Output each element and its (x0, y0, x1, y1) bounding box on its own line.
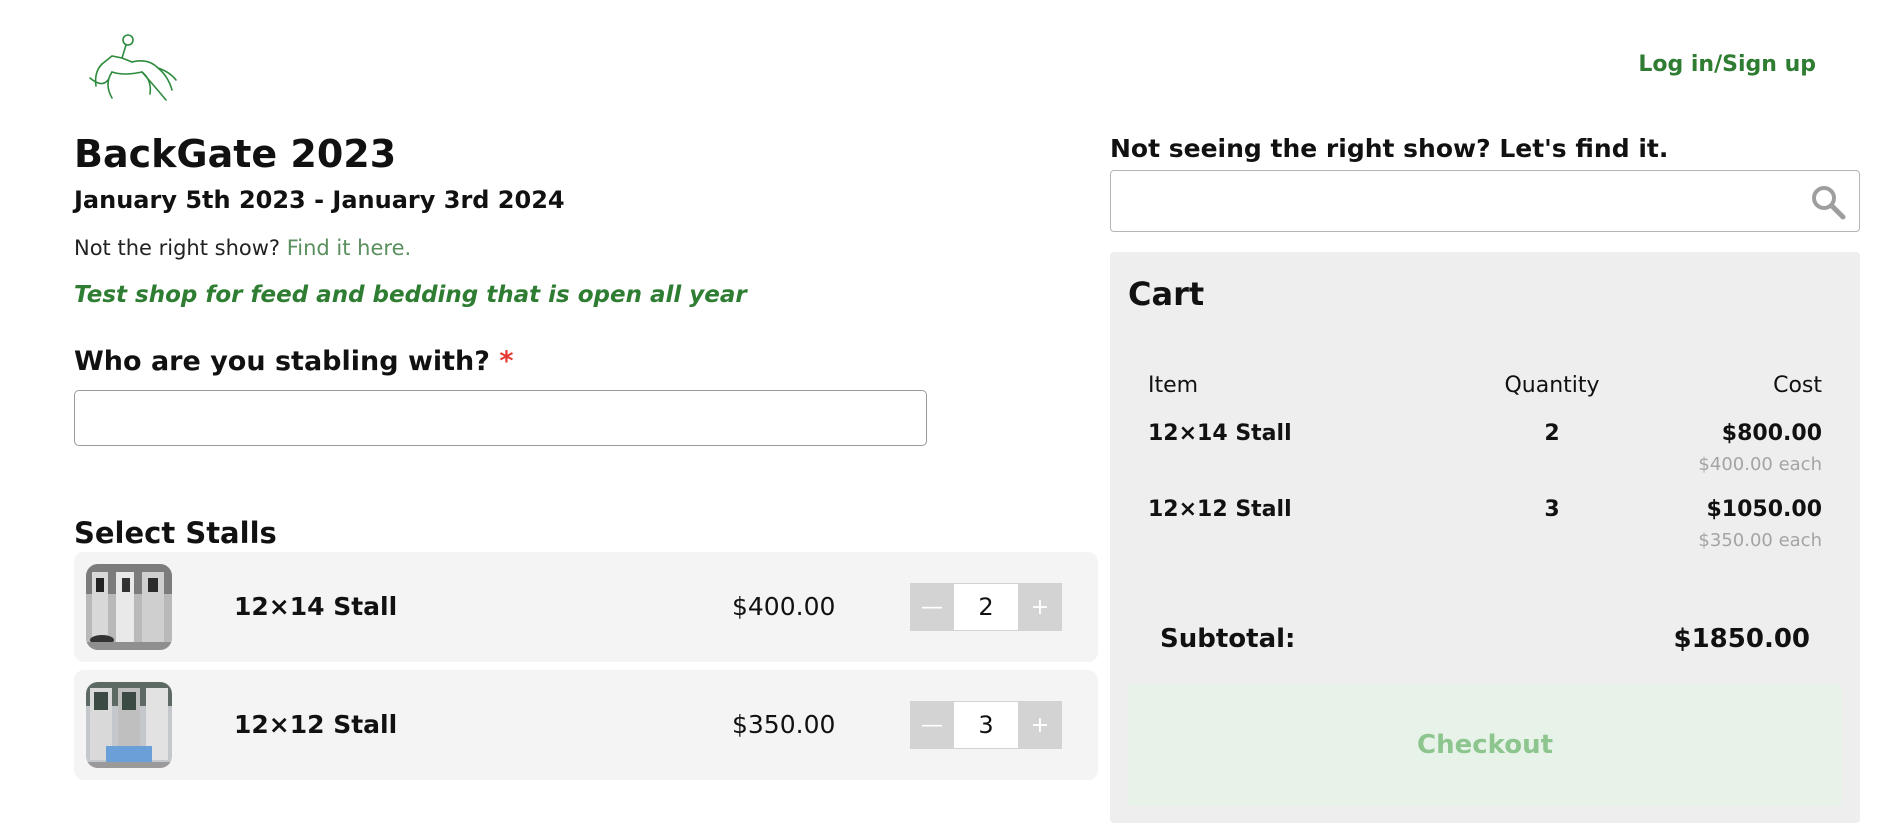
select-stalls-title: Select Stalls (74, 516, 277, 550)
quantity-field[interactable]: 2 (954, 583, 1018, 631)
stall-name: 12×14 Stall (234, 592, 398, 621)
header-item: Item (1148, 373, 1199, 398)
show-details: BackGate 2023 January 5th 2023 - January… (74, 130, 1098, 780)
stall-row: 12×14 Stall $400.00 — 2 + (74, 552, 1098, 662)
cart-line-unit-price: $400.00 each (1698, 454, 1822, 475)
stall-photo-12x12 (86, 682, 172, 768)
stabling-label: Who are you stabling with? * (74, 344, 1098, 380)
decrement-button[interactable]: — (910, 701, 954, 749)
header-quantity: Quantity (1504, 373, 1600, 398)
cart-line: 12×14 Stall 2 $800.00 (1148, 420, 1822, 448)
header-cost: Cost (1773, 373, 1822, 398)
login-signup-link[interactable]: Log in/Sign up (1638, 52, 1816, 77)
horse-jumper-logo (89, 34, 177, 101)
show-search-label: Not seeing the right show? Let's find it… (1110, 134, 1669, 163)
stall-price: $350.00 (732, 710, 836, 739)
stall-list: 12×14 Stall $400.00 — 2 + 12×12 Stall $3… (74, 552, 1098, 780)
subtotal-label: Subtotal: (1160, 624, 1296, 654)
shop-description: Test shop for feed and bedding that is o… (74, 282, 747, 308)
find-show-link[interactable]: Find it here. (287, 236, 411, 260)
decrement-button[interactable]: — (910, 583, 954, 631)
increment-button[interactable]: + (1018, 583, 1062, 631)
cart-panel: Cart Item Quantity Cost 12×14 Stall 2 $8… (1110, 252, 1860, 823)
stall-photo-12x14 (86, 564, 172, 650)
show-title: BackGate 2023 (74, 132, 397, 176)
stabling-with-input[interactable] (74, 390, 927, 446)
cart-line-unit-price: $350.00 each (1698, 530, 1822, 551)
stall-row: 12×12 Stall $350.00 — 3 + (74, 670, 1098, 780)
cart-line-quantity: 3 (1544, 497, 1560, 522)
cart-line: 12×12 Stall 3 $1050.00 (1148, 496, 1822, 524)
required-asterisk: * (499, 346, 514, 377)
not-right-show-text: Not the right show? (74, 236, 281, 260)
cart-header-row: Item Quantity Cost (1148, 372, 1822, 400)
search-icon[interactable] (1809, 183, 1847, 221)
quantity-stepper: — 3 + (910, 701, 1062, 749)
cart-title: Cart (1128, 275, 1205, 313)
subtotal-value: $1850.00 (1673, 624, 1810, 654)
sidebar: Not seeing the right show? Let's find it… (1110, 134, 1860, 823)
stall-name: 12×12 Stall (234, 710, 398, 739)
cart-line-item: 12×14 Stall (1148, 421, 1292, 446)
not-right-show-line: Not the right show? Find it here. (74, 234, 1098, 262)
quantity-field[interactable]: 3 (954, 701, 1018, 749)
quantity-stepper: — 2 + (910, 583, 1062, 631)
cart-line-item: 12×12 Stall (1148, 497, 1292, 522)
show-search-input[interactable] (1110, 170, 1860, 232)
cart-line-quantity: 2 (1544, 421, 1560, 446)
stabling-label-text: Who are you stabling with? (74, 346, 490, 377)
show-dates: January 5th 2023 - January 3rd 2024 (74, 186, 565, 214)
checkout-button[interactable]: Checkout (1128, 684, 1842, 806)
cart-line-cost: $1050.00 (1706, 497, 1822, 522)
increment-button[interactable]: + (1018, 701, 1062, 749)
stall-price: $400.00 (732, 592, 836, 621)
subtotal-row: Subtotal: $1850.00 (1160, 622, 1810, 656)
cart-line-cost: $800.00 (1721, 421, 1822, 446)
cart-table: Item Quantity Cost 12×14 Stall 2 $800.00… (1148, 372, 1822, 552)
